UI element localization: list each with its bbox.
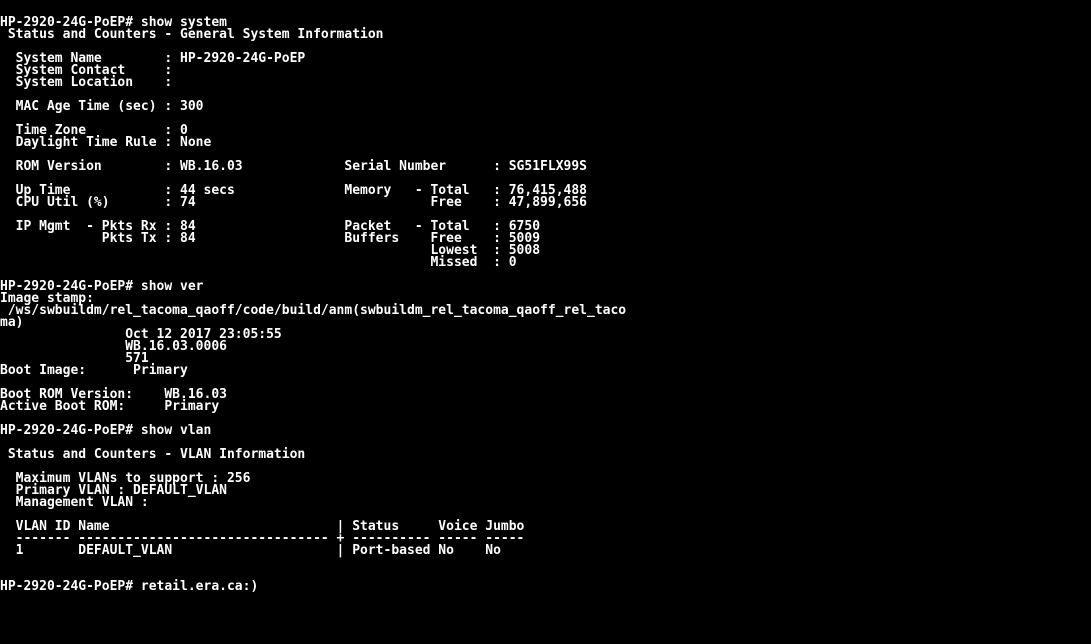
terminal-output-line: 1 DEFAULT_VLAN | Port-based No No: [0, 543, 501, 558]
terminal-window[interactable]: HP-2920-24G-PoEP# show system Status and…: [0, 0, 1091, 644]
terminal-prompt-line: HP-2920-24G-PoEP# show vlan: [0, 423, 212, 438]
terminal-output-line: Status and Counters - VLAN Information: [0, 447, 306, 462]
terminal-output-line: Boot Image: Primary: [0, 363, 188, 378]
terminal-output-line: MAC Age Time (sec) : 300: [0, 99, 204, 114]
terminal-output-line: Status and Counters - General System Inf…: [0, 27, 384, 42]
terminal-output-line: Missed : 0: [0, 255, 517, 270]
terminal-output-line: /ws/swbuildm/rel_tacoma_qaoff/code/build…: [0, 303, 627, 318]
terminal-output-line: Daylight Time Rule : None: [0, 135, 212, 150]
terminal-output-line: CPU Util (%) : 74 Free : 47,899,656: [0, 195, 587, 210]
terminal-output-line: System Location :: [0, 75, 173, 90]
terminal-output-line: Management VLAN :: [0, 495, 149, 510]
terminal-prompt-line: HP-2920-24G-PoEP# retail.era.ca:): [0, 579, 259, 594]
terminal-output-line: ROM Version : WB.16.03 Serial Number : S…: [0, 159, 587, 174]
terminal-output-line: Active Boot ROM: Primary: [0, 399, 220, 414]
